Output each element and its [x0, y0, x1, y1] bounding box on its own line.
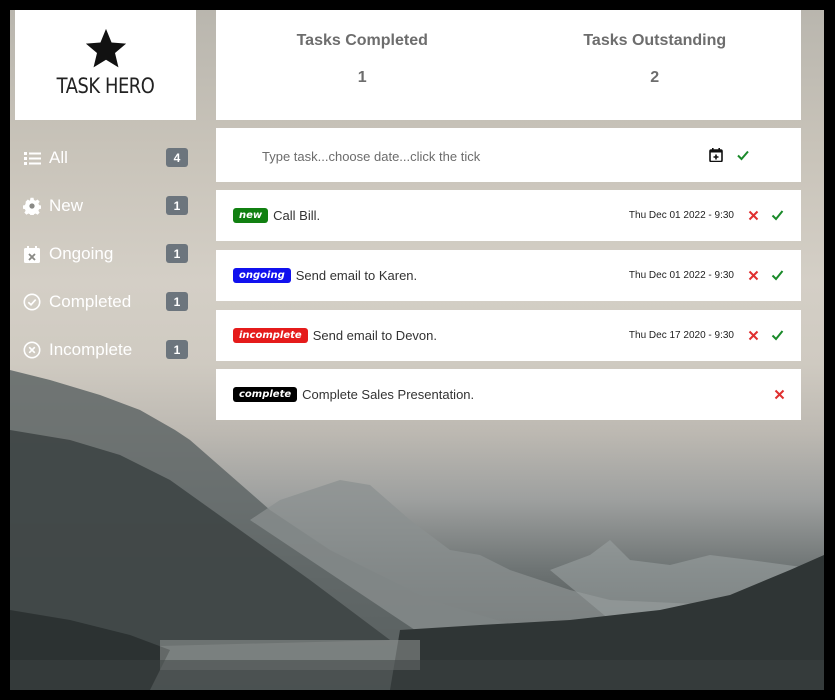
add-task-check-icon[interactable]	[736, 148, 750, 162]
sidebar-item-label: Ongoing	[49, 244, 114, 263]
stats-panel: Tasks Completed 1 Tasks Outstanding 2	[216, 10, 801, 120]
status-badge-complete: complete	[233, 387, 298, 402]
new-task-row	[216, 128, 801, 182]
tasks-outstanding-stat: Tasks Outstanding 2	[509, 10, 802, 120]
sidebar-item-all[interactable]: All 4	[22, 134, 188, 182]
stat-label: Tasks Completed	[296, 32, 428, 49]
sidebar-item-label: New	[49, 196, 84, 215]
sidebar-item-completed[interactable]: Completed 1	[22, 278, 188, 326]
complete-check-icon[interactable]	[771, 209, 784, 221]
sidebar-item-ongoing[interactable]: Ongoing 1	[22, 230, 188, 278]
task-text: Send email to Karen.	[295, 268, 418, 283]
logo-card: TASK HERO	[15, 10, 196, 120]
count-badge: 1	[166, 244, 188, 263]
status-badge-new: new	[233, 208, 269, 223]
sidebar-nav: All 4 New 1 Ongoing 1 Completed 1 Incomp…	[22, 134, 188, 374]
calendar-plus-icon[interactable]	[709, 148, 723, 162]
count-badge: 4	[166, 148, 188, 167]
sidebar-item-label: All	[49, 148, 68, 167]
delete-x-icon[interactable]	[748, 330, 759, 341]
sidebar-item-label: Completed	[49, 292, 132, 311]
calendar-x-icon	[22, 244, 42, 264]
stat-value: 2	[650, 69, 660, 86]
task-date: Thu Dec 01 2022 - 9:30	[628, 270, 734, 281]
task-row: ongoing Send email to Karen. Thu Dec 01 …	[216, 250, 801, 301]
gear-icon	[22, 196, 42, 216]
delete-x-icon[interactable]	[774, 389, 785, 400]
sidebar-item-label: Incomplete	[49, 340, 133, 359]
task-row: new Call Bill. Thu Dec 01 2022 - 9:30	[216, 190, 801, 241]
app-frame: TASK HERO All 4 New 1 Ongoing 1 Complete…	[10, 10, 824, 690]
stat-label: Tasks Outstanding	[583, 32, 727, 49]
stat-value: 1	[357, 69, 367, 86]
tasks-completed-stat: Tasks Completed 1	[216, 10, 509, 120]
app-title: TASK HERO	[56, 74, 155, 98]
task-text: Send email to Devon.	[312, 328, 437, 343]
status-badge-ongoing: ongoing	[233, 268, 291, 283]
task-row: incomplete Send email to Devon. Thu Dec …	[216, 310, 801, 361]
task-date: Thu Dec 01 2022 - 9:30	[628, 210, 734, 221]
delete-x-icon[interactable]	[748, 210, 759, 221]
complete-check-icon[interactable]	[771, 269, 784, 281]
task-row: complete Complete Sales Presentation.	[216, 369, 801, 420]
task-text: Complete Sales Presentation.	[302, 387, 475, 402]
task-date: Thu Dec 17 2020 - 9:30	[628, 330, 734, 341]
count-badge: 1	[166, 340, 188, 359]
status-badge-incomplete: incomplete	[233, 328, 308, 343]
task-input[interactable]	[260, 144, 684, 168]
delete-x-icon[interactable]	[748, 270, 759, 281]
check-circle-icon	[22, 292, 42, 312]
count-badge: 1	[166, 196, 188, 215]
complete-check-icon[interactable]	[771, 329, 784, 341]
sidebar-item-incomplete[interactable]: Incomplete 1	[22, 326, 188, 374]
sidebar-item-new[interactable]: New 1	[22, 182, 188, 230]
x-circle-icon	[22, 340, 42, 360]
list-icon	[22, 148, 42, 168]
task-text: Call Bill.	[273, 208, 321, 223]
star-icon	[85, 28, 126, 68]
count-badge: 1	[166, 292, 188, 311]
